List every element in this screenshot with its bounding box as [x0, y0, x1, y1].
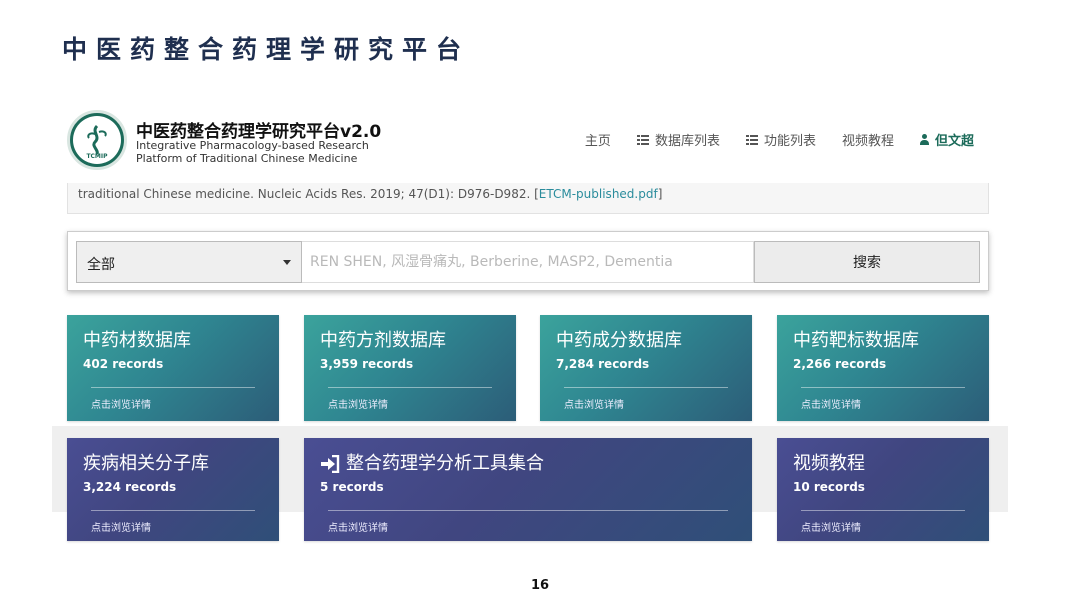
- card-detail-link[interactable]: 点击浏览详情: [328, 396, 388, 411]
- logo-emblem-icon: TCMIP: [73, 116, 121, 164]
- brand-subtitle-line2: Platform of Traditional Chinese Medicine: [136, 152, 358, 165]
- nav-user-account[interactable]: 但文超: [919, 130, 974, 149]
- main-nav: 主页 数据库列表 功能列表 视频教程 但文超: [585, 130, 974, 149]
- card-disease-molecule-database[interactable]: 疾病相关分子库 3,224 records 点击浏览详情: [67, 438, 279, 541]
- search-panel: 全部 搜索: [67, 231, 989, 291]
- page-number: 16: [530, 578, 550, 593]
- nav-function-list[interactable]: 功能列表: [745, 130, 816, 149]
- nav-database-list-label: 数据库列表: [654, 134, 720, 149]
- card-divider: [801, 387, 965, 388]
- card-detail-link[interactable]: 点击浏览详情: [328, 519, 388, 534]
- category-select[interactable]: 全部: [76, 241, 302, 283]
- citation-suffix: ]: [657, 187, 663, 201]
- card-target-database[interactable]: 中药靶标数据库 2,266 records 点击浏览详情: [777, 315, 989, 421]
- card-herb-database[interactable]: 中药材数据库 402 records 点击浏览详情: [67, 315, 279, 421]
- card-divider: [91, 510, 255, 511]
- card-ingredient-database[interactable]: 中药成分数据库 7,284 records 点击浏览详情: [540, 315, 752, 421]
- card-records: 10 records: [793, 480, 865, 494]
- citation-text: traditional Chinese medicine. Nucleic Ac…: [78, 187, 539, 201]
- card-title: 中药靶标数据库: [793, 330, 919, 351]
- card-records: 5 records: [320, 480, 384, 494]
- brand-subtitle-line1: Integrative Pharmacology-based Research: [136, 139, 369, 152]
- card-records: 402 records: [83, 357, 164, 371]
- card-divider: [801, 510, 965, 511]
- card-divider: [328, 510, 728, 511]
- card-title: 中药成分数据库: [556, 330, 682, 351]
- caret-down-icon: [283, 260, 291, 265]
- card-title: 疾病相关分子库: [83, 453, 209, 474]
- nav-video-tutorial[interactable]: 视频教程: [842, 130, 894, 149]
- card-records: 3,224 records: [83, 480, 177, 494]
- card-title: 中药方剂数据库: [320, 330, 446, 351]
- citation-box: traditional Chinese medicine. Nucleic Ac…: [67, 183, 989, 214]
- card-video-tutorial[interactable]: 视频教程 10 records 点击浏览详情: [777, 438, 989, 541]
- card-analysis-tools[interactable]: 整合药理学分析工具集合 5 records 点击浏览详情: [304, 438, 752, 541]
- card-title: 中药材数据库: [83, 330, 191, 351]
- pdf-link[interactable]: ETCM-published.pdf: [539, 187, 658, 201]
- card-divider: [564, 387, 728, 388]
- card-records: 2,266 records: [793, 357, 887, 371]
- card-detail-link[interactable]: 点击浏览详情: [801, 519, 861, 534]
- card-divider: [328, 387, 492, 388]
- card-title-row: 整合药理学分析工具集合: [320, 452, 736, 476]
- nav-database-list[interactable]: 数据库列表: [636, 130, 720, 149]
- tcmip-logo[interactable]: TCMIP: [67, 110, 127, 170]
- logo-text: TCMIP: [86, 153, 108, 160]
- list-icon: [745, 134, 758, 145]
- user-icon: [919, 134, 929, 145]
- card-records: 7,284 records: [556, 357, 650, 371]
- brand-subtitle: Integrative Pharmacology-based Research …: [136, 139, 396, 165]
- card-divider: [91, 387, 255, 388]
- search-input[interactable]: [302, 241, 754, 283]
- card-detail-link[interactable]: 点击浏览详情: [91, 519, 151, 534]
- nav-function-list-label: 功能列表: [763, 134, 816, 149]
- search-button[interactable]: 搜索: [754, 241, 980, 283]
- site-header: TCMIP 中医药整合药理学研究平台v2.0 Integrative Pharm…: [52, 100, 1008, 184]
- list-icon: [636, 134, 649, 145]
- card-detail-link[interactable]: 点击浏览详情: [801, 396, 861, 411]
- card-formula-database[interactable]: 中药方剂数据库 3,959 records 点击浏览详情: [304, 315, 516, 421]
- card-detail-link[interactable]: 点击浏览详情: [91, 396, 151, 411]
- card-records: 3,959 records: [320, 357, 414, 371]
- card-title: 整合药理学分析工具集合: [346, 453, 544, 474]
- nav-home[interactable]: 主页: [585, 130, 611, 149]
- category-select-value: 全部: [87, 257, 115, 273]
- nav-home-label: 主页: [584, 134, 611, 149]
- card-title: 视频教程: [793, 453, 865, 474]
- card-detail-link[interactable]: 点击浏览详情: [564, 396, 624, 411]
- nav-user-name: 但文超: [934, 134, 974, 149]
- sign-in-icon: [321, 455, 340, 473]
- nav-video-tutorial-label: 视频教程: [841, 134, 894, 149]
- slide-title: 中医药整合药理学研究平台: [62, 35, 471, 64]
